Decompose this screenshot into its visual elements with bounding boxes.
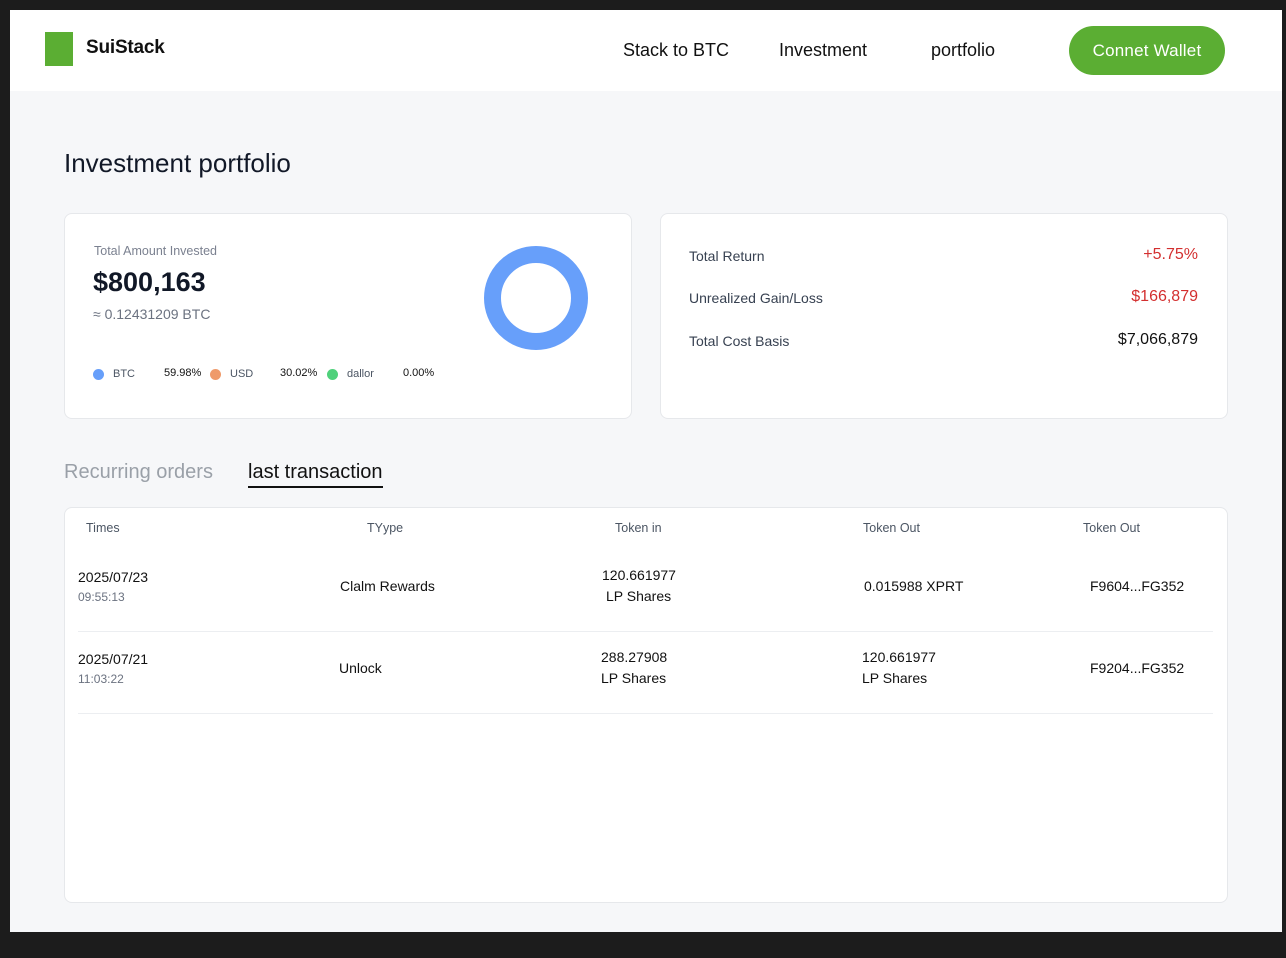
total-invested-label: Total Amount Invested (94, 244, 217, 258)
row-hash[interactable]: F9604...FG352 (1090, 576, 1184, 597)
row-hash[interactable]: F9204...FG352 (1090, 658, 1184, 679)
app-window: SuiStack Stack to BTC Investment portfol… (10, 10, 1282, 932)
brand-name: SuiStack (86, 37, 165, 58)
total-invested-card: Total Amount Invested $800,163 ≈ 0.12431… (64, 213, 632, 419)
stat-label-total-cost-basis: Total Cost Basis (689, 333, 790, 349)
row-type: Clalm Rewards (340, 578, 435, 594)
nav-portfolio[interactable]: portfolio (931, 40, 995, 61)
row-token-in-unit: LP Shares (606, 588, 672, 604)
legend-pct-usd: 30.02% (280, 367, 318, 379)
stat-label-unrealized-gain: Unrealized Gain/Loss (689, 290, 823, 306)
total-invested-btc: ≈ 0.12431209 BTC (93, 306, 211, 322)
legend-dot-usd (210, 368, 221, 380)
connect-wallet-button[interactable]: Connet Wallet (1069, 26, 1225, 75)
active-tab-underline (248, 486, 383, 488)
legend-dot-btc (93, 368, 104, 380)
stat-unrealized-gain: Unrealized Gain/Loss $166,879 (689, 288, 1198, 310)
nav-investment[interactable]: Investment (779, 40, 867, 61)
row-token-in-amount: 288.27908 (601, 649, 668, 665)
row-token-out-unit: LP Shares (862, 670, 928, 686)
donut-ring (484, 246, 588, 350)
row-token-in-unit: LP Shares (601, 670, 667, 686)
row-token-out: 0.015988 XPRT (864, 578, 964, 594)
stat-label-total-return: Total Return (689, 248, 765, 264)
legend-pct-btc: 59.98% (164, 367, 202, 379)
returns-card: Total Return +5.75% Unrealized Gain/Loss… (660, 213, 1228, 419)
row-date: 2025/07/23 (78, 569, 149, 585)
row-date: 2025/07/21 (78, 651, 149, 667)
legend-item-usd: USD (210, 367, 253, 381)
column-header-times: Times (86, 521, 120, 535)
nav-stack-to-btc[interactable]: Stack to BTC (623, 40, 729, 61)
stat-value-unrealized-gain: $166,879 (1131, 288, 1198, 305)
brand-logo-icon (45, 32, 73, 66)
legend-item-dallor: dallor (327, 367, 374, 381)
legend-item-btc: BTC (93, 367, 135, 381)
row-time: 09:55:13 (78, 590, 125, 604)
tab-last-transaction[interactable]: last transaction (248, 461, 383, 484)
legend-label-btc: BTC (113, 368, 135, 380)
allocation-donut-chart (484, 246, 588, 350)
column-header-type: TYype (367, 521, 404, 535)
table-row[interactable]: 2025/07/23 09:55:13 Clalm Rewards 120.66… (78, 550, 1213, 632)
stat-value-total-return: +5.75% (1143, 246, 1198, 263)
column-header-token-in: Token in (615, 521, 662, 535)
column-header-token-out: Token Out (863, 521, 920, 535)
column-header-token-out-2: Token Out (1083, 521, 1140, 535)
row-time: 11:03:22 (78, 672, 124, 686)
page-title: Investment portfolio (64, 148, 291, 178)
row-token-out-amount: 120.661977 (862, 649, 936, 665)
row-token-in-amount: 120.661977 (602, 567, 676, 583)
stat-value-total-cost-basis: $7,066,879 (1117, 331, 1198, 348)
legend-label-dallor: dallor (347, 368, 374, 380)
legend-label-usd: USD (230, 368, 254, 380)
table-row[interactable]: 2025/07/21 11:03:22 Unlock 288.27908 LP … (78, 632, 1213, 714)
legend-pct-dallor: 0.00% (403, 367, 435, 379)
total-invested-amount: $800,163 (93, 267, 206, 297)
stat-total-return: Total Return +5.75% (689, 246, 1198, 268)
transactions-table: Times TYype Token in Token Out Token Out… (64, 507, 1228, 903)
tab-recurring-orders[interactable]: Recurring orders (64, 461, 213, 484)
legend-dot-dallor (327, 368, 338, 380)
stat-total-cost-basis: Total Cost Basis $7,066,879 (689, 331, 1198, 353)
row-type: Unlock (339, 660, 382, 676)
top-navigation-bar: SuiStack Stack to BTC Investment portfol… (10, 10, 1282, 91)
